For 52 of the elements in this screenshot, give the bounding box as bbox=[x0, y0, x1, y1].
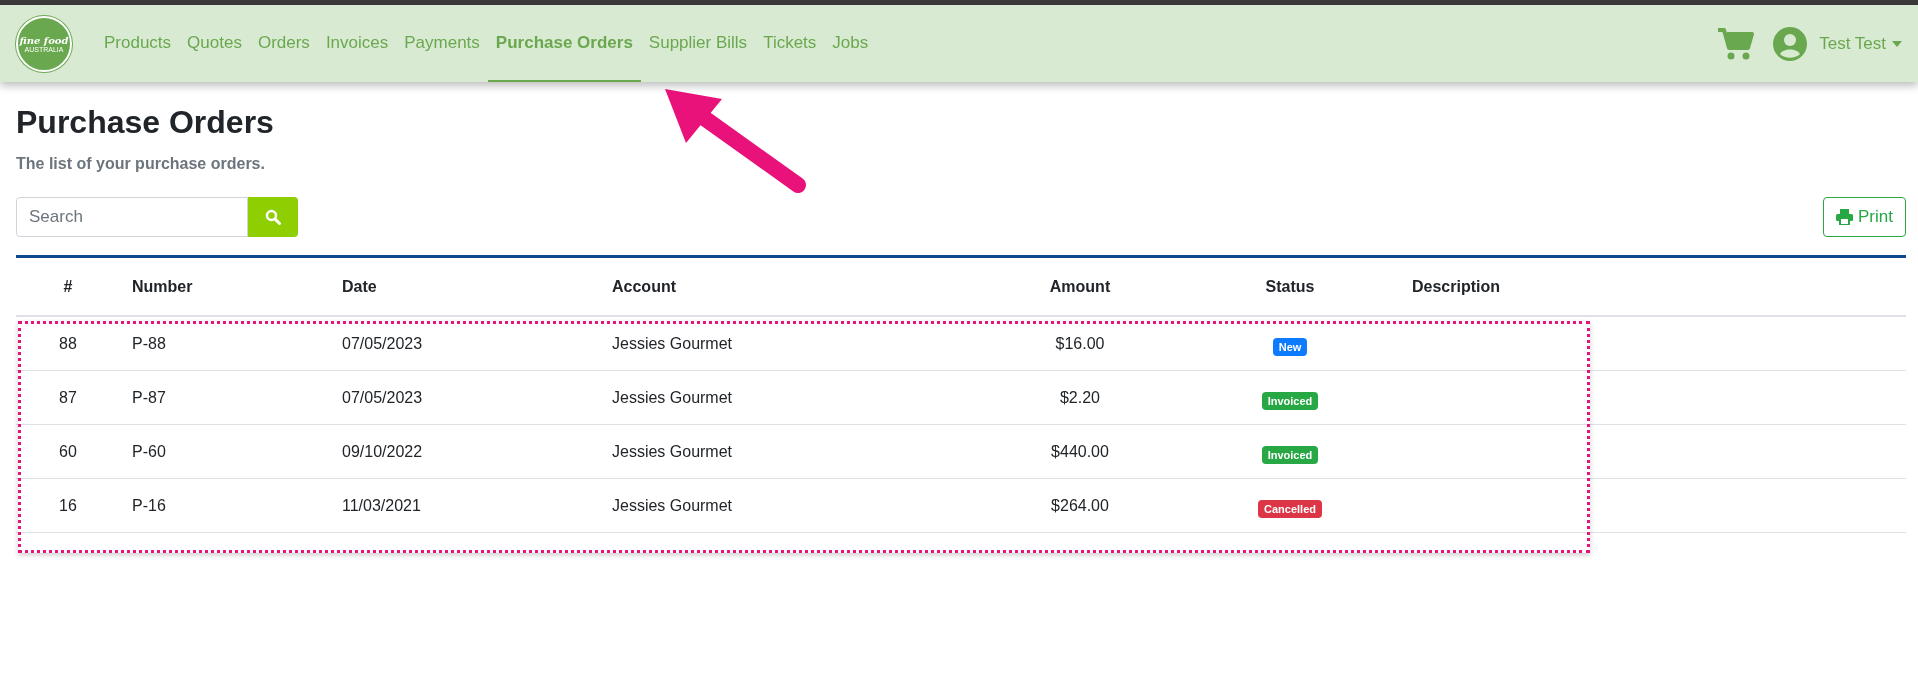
status-badge: Invoiced bbox=[1261, 391, 1319, 410]
nav-link[interactable]: Jobs bbox=[824, 5, 877, 82]
table-cell-text: 88 bbox=[58, 334, 78, 353]
table-cell-text: 16 bbox=[58, 496, 78, 515]
table-cell-text: $16.00 bbox=[1054, 334, 1106, 353]
search-icon bbox=[265, 209, 281, 225]
search-field[interactable]: Search bbox=[16, 197, 248, 237]
table-cell-text: $2.20 bbox=[1058, 388, 1101, 407]
page-subtitle: The list of your purchase orders. bbox=[16, 155, 266, 173]
table-cell-text: P-16 bbox=[131, 496, 167, 515]
table-cell-text: Jessies Gourmet bbox=[611, 496, 734, 515]
caret-icon bbox=[1892, 40, 1902, 47]
nav-link[interactable]: Orders bbox=[249, 5, 318, 82]
table-cell-text: 60 bbox=[58, 442, 78, 461]
nav-link[interactable]: Purchase Orders bbox=[487, 5, 641, 82]
logo-text: fine food bbox=[19, 34, 69, 46]
table-cell-text: 09/10/2022 bbox=[341, 442, 424, 461]
page-title: Purchase Orders bbox=[16, 104, 275, 141]
search-button[interactable] bbox=[248, 197, 298, 237]
nav-link[interactable]: Quotes bbox=[179, 5, 250, 82]
print-button[interactable]: Print bbox=[1823, 197, 1906, 237]
column-header: Amount bbox=[1048, 277, 1112, 296]
column-header: Date bbox=[341, 277, 378, 296]
column-header: Number bbox=[131, 277, 194, 296]
status-badge: Invoiced bbox=[1261, 445, 1319, 464]
table-cell-text: P-88 bbox=[131, 334, 167, 353]
nav-link[interactable]: Payments bbox=[396, 5, 488, 82]
cart-icon[interactable] bbox=[1717, 26, 1756, 61]
user-menu[interactable]: Test Test bbox=[1819, 33, 1902, 54]
table-cell-text: P-87 bbox=[131, 388, 167, 407]
column-header: Account bbox=[611, 277, 677, 296]
table-cell-text: $264.00 bbox=[1050, 496, 1110, 515]
table-cell-text: Jessies Gourmet bbox=[611, 442, 734, 461]
table-cell-text: 07/05/2023 bbox=[341, 388, 424, 407]
printer-icon bbox=[1836, 209, 1854, 225]
table-cell-text: 87 bbox=[58, 388, 78, 407]
table-cell-text: P-60 bbox=[131, 442, 167, 461]
table-cell-text: 11/03/2021 bbox=[341, 496, 422, 515]
status-badge: Cancelled bbox=[1258, 499, 1322, 518]
nav-link[interactable]: Supplier Bills bbox=[640, 5, 756, 82]
nav-link[interactable]: Invoices bbox=[317, 5, 397, 82]
table-cell-text: Jessies Gourmet bbox=[611, 388, 734, 407]
table-cell-text: Jessies Gourmet bbox=[611, 334, 734, 353]
nav-link[interactable]: Products bbox=[96, 5, 180, 82]
user-avatar-icon[interactable] bbox=[1773, 26, 1808, 61]
column-header: Status bbox=[1264, 277, 1316, 296]
column-header: # bbox=[62, 277, 74, 296]
table-cell-text: $440.00 bbox=[1050, 442, 1110, 461]
table-cell-text: 07/05/2023 bbox=[341, 334, 424, 353]
status-badge: New bbox=[1272, 337, 1308, 356]
nav-link[interactable]: Tickets bbox=[755, 5, 825, 82]
column-header: Description bbox=[1411, 277, 1501, 296]
